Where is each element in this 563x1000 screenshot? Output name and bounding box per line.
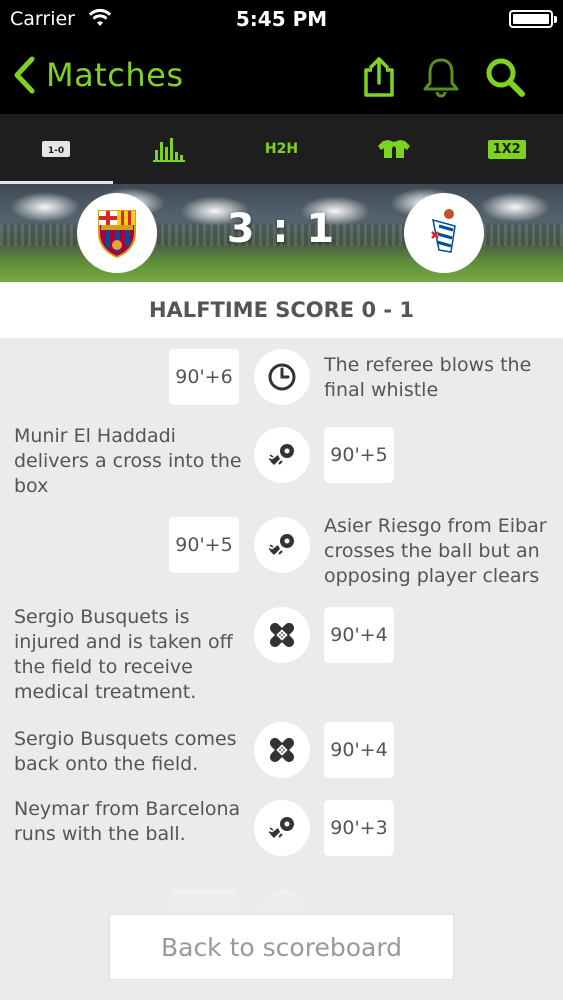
clock-icon — [254, 349, 310, 405]
event-description: The referee blows the final whistle — [324, 354, 532, 401]
tab-head-to-head[interactable]: H2H — [225, 114, 338, 184]
event-time: 90'+4 — [324, 607, 394, 663]
event-description: Munir El Haddadi delivers a cross into t… — [14, 425, 242, 497]
event-description: Neymar from Barcelona runs with the ball… — [14, 798, 241, 845]
tab-h2h-label: H2H — [264, 141, 299, 157]
scoreboard-icon: 1-0 — [42, 141, 71, 157]
cross-ball-icon — [254, 800, 310, 856]
event-time: 90'+5 — [169, 517, 239, 573]
tab-1x2-label: 1X2 — [487, 139, 526, 159]
event-time: 90'+4 — [324, 722, 394, 778]
tab-odds[interactable]: 1X2 — [450, 114, 563, 184]
event-description: Asier Riesgo from Eibar crosses the ball… — [324, 515, 547, 587]
navigation-bar: Matches — [0, 38, 563, 114]
event-time: 90'+3 — [324, 800, 394, 856]
stats-icon — [152, 138, 185, 162]
svg-text:1-0: 1-0 — [48, 146, 64, 156]
tab-lineups[interactable] — [338, 114, 451, 184]
match-tab-bar: 1-0 H2H 1X2 — [0, 114, 563, 184]
chevron-left-icon — [14, 56, 35, 94]
back-to-scoreboard-button[interactable]: Back to scoreboard — [109, 914, 454, 980]
cross-ball-icon — [254, 427, 310, 483]
tab-scoreboard[interactable]: 1-0 — [0, 114, 113, 184]
back-to-matches-button[interactable]: Matches — [12, 52, 184, 98]
tab-statistics[interactable] — [113, 114, 226, 184]
event-time: 90'+6 — [169, 349, 239, 405]
status-bar: Carrier 5:45 PM — [0, 0, 563, 38]
bandage-icon — [254, 722, 310, 778]
share-icon[interactable] — [356, 54, 402, 100]
back-label: Matches — [46, 56, 184, 94]
cross-ball-icon — [254, 517, 310, 573]
halftime-score: HALFTIME SCORE 0 - 1 — [0, 282, 563, 338]
status-time: 5:45 PM — [235, 7, 328, 31]
battery-icon — [509, 10, 557, 28]
search-icon[interactable] — [482, 54, 528, 100]
event-time: 90'+5 — [324, 427, 394, 483]
match-score-banner: 3 : 1 — [0, 184, 563, 282]
away-team-logo[interactable] — [404, 193, 484, 273]
event-description: Sergio Busquets is injured and is taken … — [14, 606, 233, 703]
match-events-timeline[interactable]: 90'+6 The referee blows the final whistl… — [0, 338, 563, 1000]
eibar-logo — [431, 209, 456, 253]
jersey-icon — [378, 140, 411, 158]
bell-icon[interactable] — [418, 54, 464, 100]
event-description: Sergio Busquets comes back onto the fiel… — [14, 728, 237, 775]
bandage-icon — [254, 607, 310, 663]
